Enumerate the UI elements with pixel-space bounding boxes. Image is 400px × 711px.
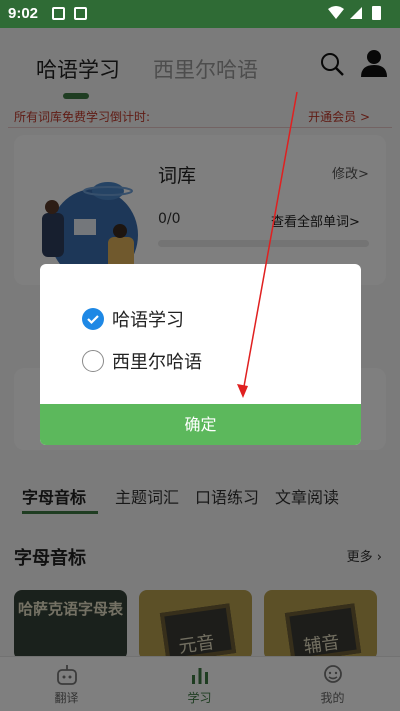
option-label: 哈语学习 (112, 310, 184, 331)
confirm-button[interactable]: 确定 (40, 404, 361, 445)
checkbox-checked-icon[interactable] (82, 308, 104, 330)
radio-unchecked-icon[interactable] (82, 350, 104, 372)
app-notification-icon (74, 7, 87, 20)
image-notification-icon (52, 7, 65, 20)
status-icons (328, 5, 392, 25)
status-time: 9:02 (8, 5, 39, 22)
status-bar: 9:02 (0, 0, 400, 28)
option-label: 西里尔哈语 (112, 352, 202, 373)
